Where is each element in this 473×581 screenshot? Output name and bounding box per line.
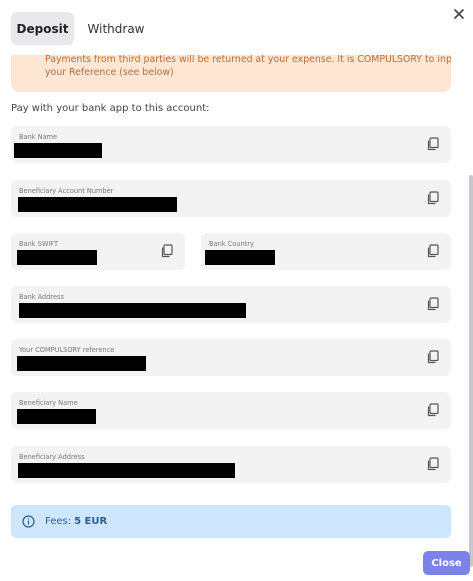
redacted-value xyxy=(17,250,97,265)
copy-icon[interactable] xyxy=(426,137,440,151)
field-bank-country: Bank Country xyxy=(201,233,451,270)
copy-icon[interactable] xyxy=(426,403,440,417)
redacted-value xyxy=(14,143,102,158)
redacted-value xyxy=(18,463,235,478)
redacted-value xyxy=(205,250,275,265)
field-label: Your COMPULSORY reference xyxy=(19,346,115,354)
tab-bar: Deposit Withdraw xyxy=(11,12,156,45)
copy-icon[interactable] xyxy=(426,297,440,311)
fees-info-box: Fees: 5 EUR xyxy=(11,505,451,538)
field-bank-swift: Bank SWIFT xyxy=(11,233,185,270)
tab-deposit[interactable]: Deposit xyxy=(11,12,74,45)
copy-icon[interactable] xyxy=(426,350,440,364)
warning-text-line2: your Reference (see below) xyxy=(45,67,174,78)
info-icon xyxy=(22,515,35,528)
copy-icon[interactable] xyxy=(426,457,440,471)
field-label: Bank Country xyxy=(209,240,254,248)
tab-withdraw[interactable]: Withdraw xyxy=(76,12,156,45)
field-beneficiary-name: Beneficiary Name xyxy=(11,392,451,429)
copy-icon[interactable] xyxy=(160,244,174,258)
field-label: Beneficiary Name xyxy=(19,399,78,407)
close-icon[interactable] xyxy=(451,6,467,22)
field-label: Bank SWIFT xyxy=(19,240,59,248)
field-bank-name: Bank Name xyxy=(11,126,451,163)
warning-text-line1: Payments from third parties will be retu… xyxy=(45,55,451,65)
scrollbar[interactable] xyxy=(469,175,473,567)
fees-label: Fees: xyxy=(45,516,72,527)
field-compulsory-reference: Your COMPULSORY reference xyxy=(11,339,451,376)
field-label: Beneficiary Address xyxy=(19,453,85,461)
field-bank-address: Bank Address xyxy=(11,286,451,323)
redacted-value xyxy=(18,197,177,212)
redacted-value xyxy=(17,409,96,424)
deposit-details-panel: Payments from third parties will be retu… xyxy=(0,55,473,544)
fees-value: 5 EUR xyxy=(74,516,108,527)
field-beneficiary-account-number: Beneficiary Account Number xyxy=(11,180,451,217)
copy-icon[interactable] xyxy=(426,244,440,258)
copy-icon[interactable] xyxy=(426,191,440,205)
redacted-value xyxy=(19,303,246,318)
field-label: Bank Address xyxy=(19,293,64,301)
close-button[interactable]: Close xyxy=(423,551,470,575)
field-label: Bank Name xyxy=(19,133,58,141)
third-party-warning: Payments from third parties will be retu… xyxy=(11,55,451,92)
redacted-value xyxy=(17,356,146,371)
field-label: Beneficiary Account Number xyxy=(19,187,114,195)
instructions-text: Pay with your bank app to this account: xyxy=(11,103,210,114)
field-beneficiary-address: Beneficiary Address xyxy=(11,446,451,483)
